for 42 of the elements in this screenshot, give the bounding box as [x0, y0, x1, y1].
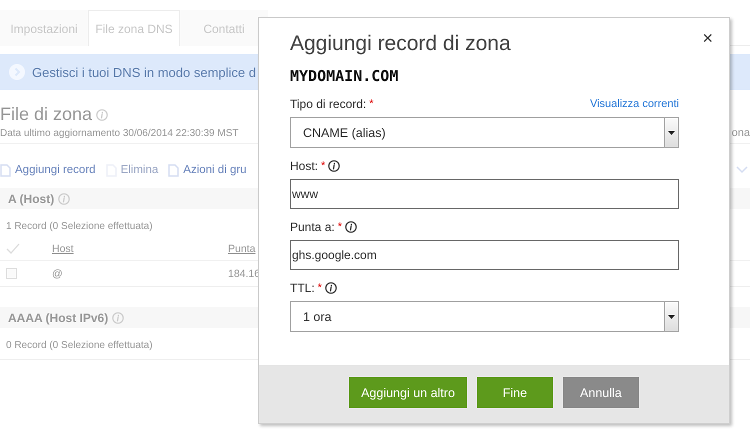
checkmark-icon — [6, 243, 20, 254]
side-text: ona — [732, 127, 750, 139]
required-mark: * — [338, 221, 342, 233]
record-count: 1 Record (0 Selezione effettuata) — [6, 221, 153, 232]
required-mark: * — [318, 282, 322, 294]
input-field[interactable]: www — [290, 179, 679, 209]
section-title: A (Host) — [8, 192, 54, 206]
field-label: Host: — [290, 159, 318, 173]
section-title: AAAA (Host IPv6) — [8, 310, 108, 324]
field-label: Punta a: — [290, 220, 335, 234]
domain-name: MYDOMAIN.COM — [290, 67, 400, 85]
dialog-button[interactable]: Fine — [476, 377, 553, 408]
info-icon — [96, 108, 108, 120]
column-header[interactable]: Punta — [228, 242, 262, 254]
table-cell-text: @ — [52, 268, 64, 280]
document-icon — [0, 164, 11, 176]
toolbar-button[interactable]: Azioni di gru — [168, 164, 247, 176]
column-header[interactable]: Host — [52, 242, 228, 254]
info-icon — [58, 192, 70, 204]
banner-text: Gestisci i tuoi DNS in modo semplice d — [32, 64, 256, 80]
dialog-title: Aggiungi record di zona — [290, 32, 512, 56]
row-checkbox[interactable] — [6, 268, 17, 279]
document-icon — [168, 164, 180, 176]
select-field[interactable]: 1 ora — [290, 301, 679, 332]
view-current-link[interactable]: Visualizza correnti — [590, 98, 679, 110]
record-count: 0 Record (0 Selezione effettuata) — [6, 340, 153, 351]
close-button[interactable]: × — [702, 28, 713, 49]
field-label: TTL: — [290, 281, 315, 295]
field-label: Tipo di record: — [290, 97, 366, 111]
select-field[interactable]: CNAME (alias) — [290, 117, 679, 148]
required-mark: * — [369, 98, 374, 110]
required-mark: * — [321, 160, 326, 172]
info-icon — [112, 312, 124, 324]
chevron-down-icon — [736, 166, 748, 174]
input-field[interactable]: ghs.google.com — [290, 240, 679, 270]
toolbar-button[interactable]: Aggiungi record — [0, 164, 96, 176]
dialog-button[interactable]: Aggiungi un altro — [349, 377, 467, 408]
dropdown-caret-icon — [668, 314, 675, 318]
section-title: File di zona — [0, 104, 92, 125]
dropdown-caret-icon — [668, 130, 675, 134]
dialog-button[interactable]: Annulla — [562, 377, 639, 408]
last-updated-text: Data ultimo aggiornamento 30/06/2014 22:30:39 MST — [0, 128, 238, 138]
